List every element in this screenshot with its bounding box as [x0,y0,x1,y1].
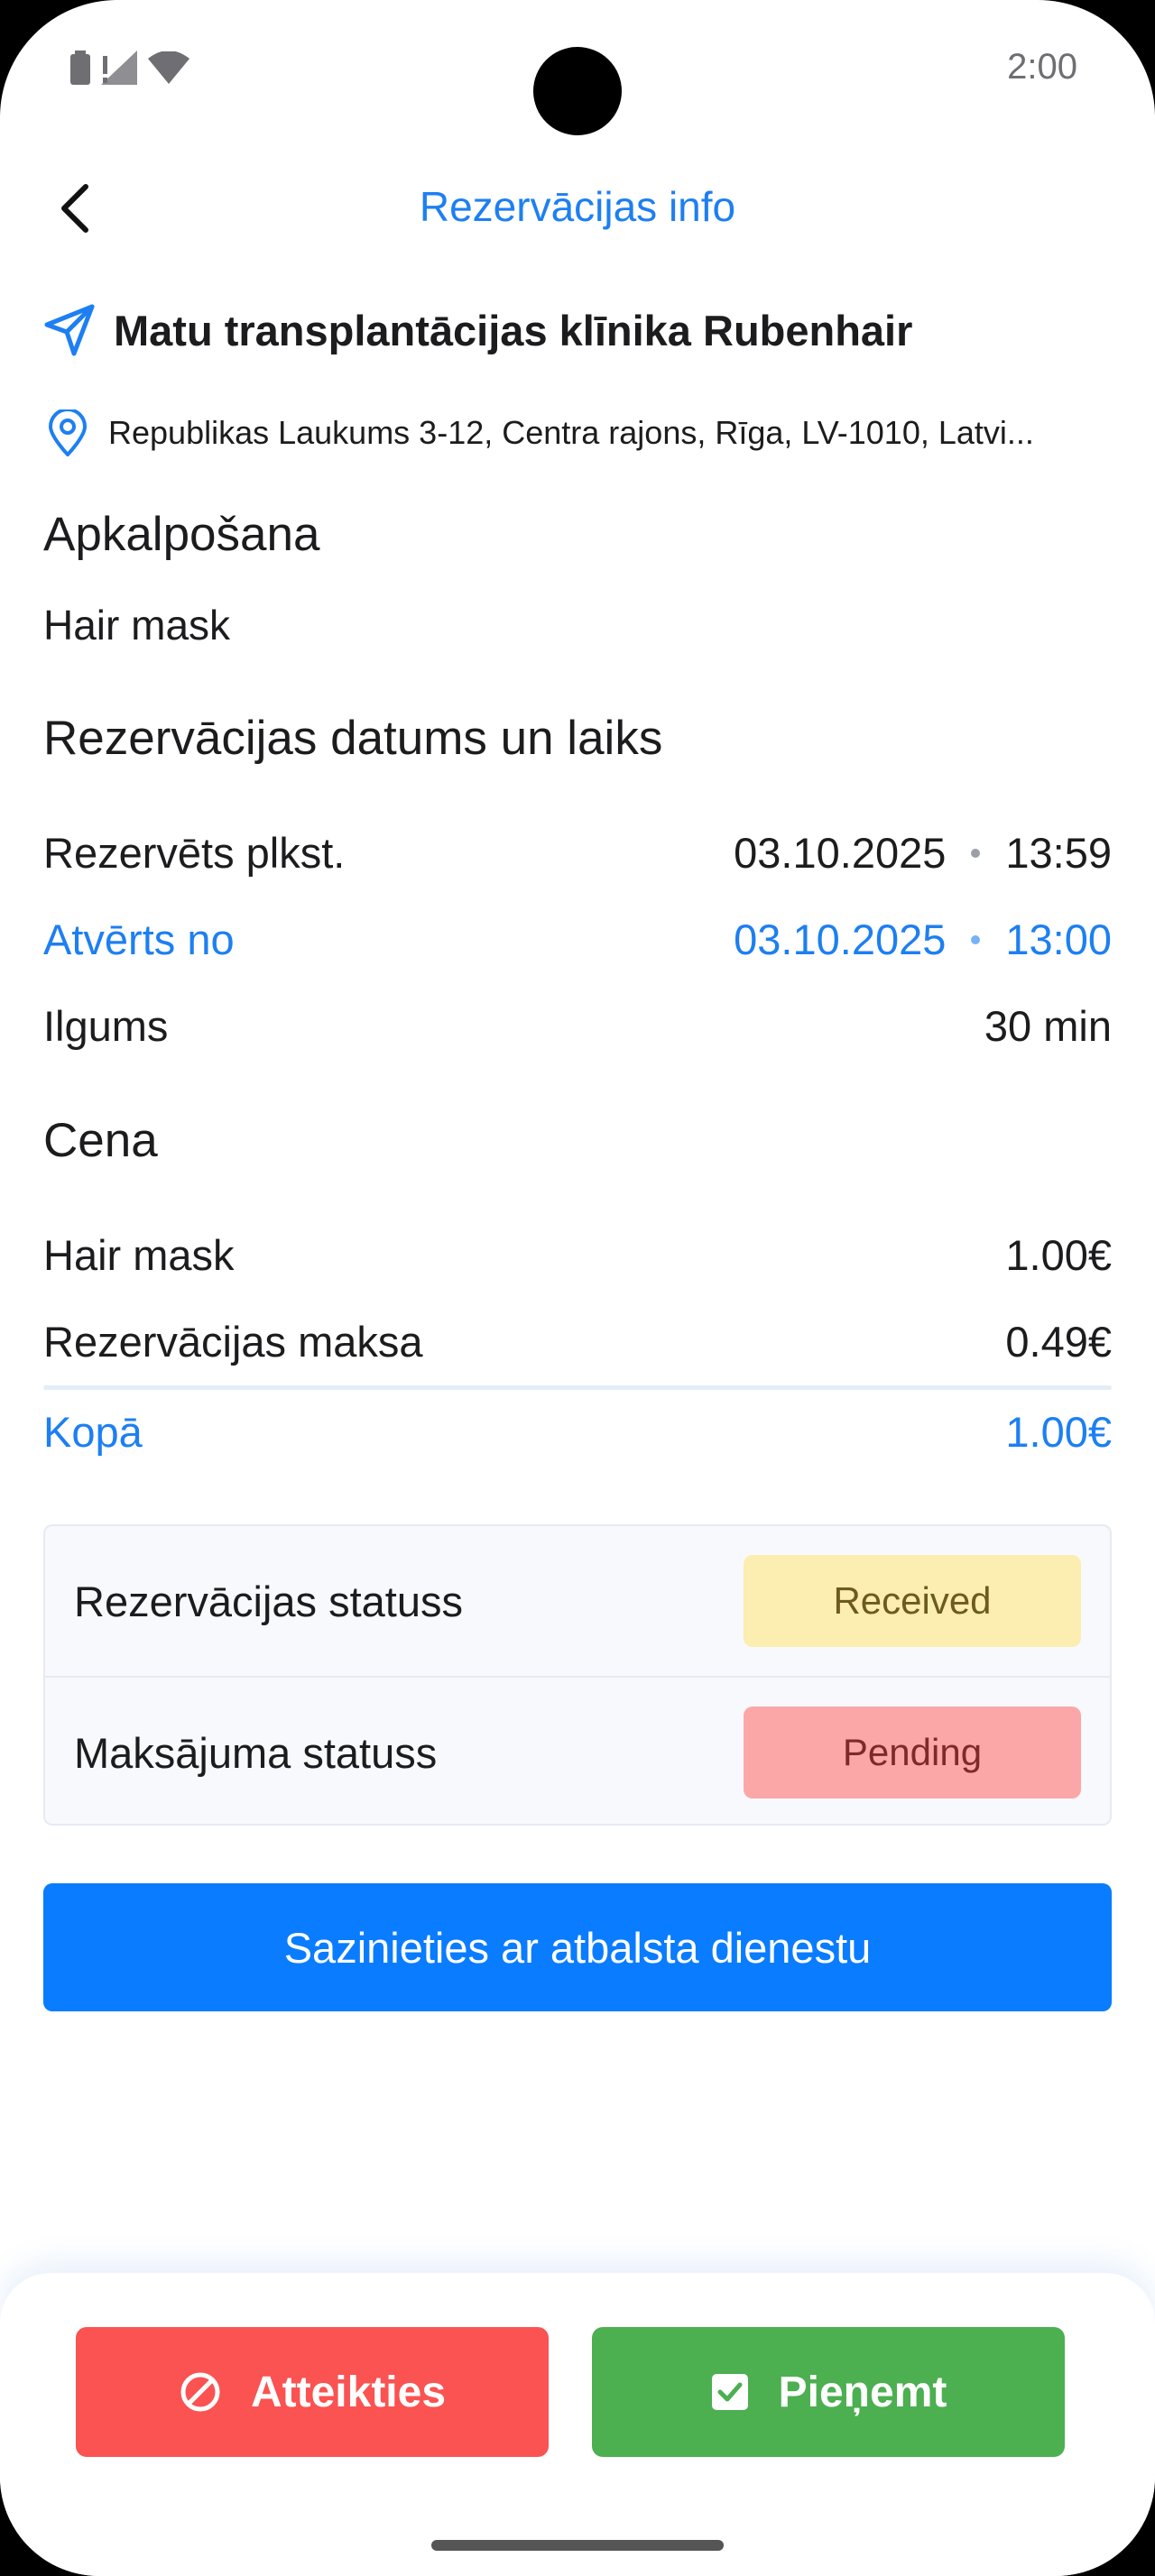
no-signal-icon [101,51,137,85]
booked-at-label: Rezervēts plkst. [43,829,346,877]
home-indicator[interactable] [431,2540,724,2551]
clinic-address: Republikas Laukums 3-12, Centra rajons, … [108,414,1034,451]
separator-dot [971,934,981,944]
booking-fee-row: Rezervācijas maksa 0.49€ [43,1317,1112,1366]
accept-label: Pieņemt [778,2368,947,2416]
duration-row: Ilgums 30 min [43,1001,1112,1051]
payment-status-row: Maksājuma statuss Pending [45,1678,1110,1827]
booking-status-label: Rezervācijas statuss [74,1577,463,1625]
opened-time: 13:00 [1005,915,1112,963]
wifi-icon [148,51,189,84]
cancel-circle-icon [180,2372,220,2412]
service-name: Hair mask [43,602,231,649]
opened-date: 03.10.2025 [734,915,947,963]
status-icons [70,51,189,85]
total-row: Kopā 1.00€ [43,1407,1112,1457]
location-pin-icon [48,409,88,456]
top-app-bar: Rezervācijas info [0,171,1155,244]
booking-status-row: Rezervācijas statuss Received [45,1526,1110,1676]
booked-date: 03.10.2025 [734,829,947,877]
separator-dot [971,848,981,858]
address-row[interactable]: Republikas Laukums 3-12, Centra rajons, … [47,409,1112,456]
status-card: Rezervācijas statuss Received Maksājuma … [43,1524,1112,1826]
booking-status-badge: Received [744,1555,1081,1647]
app-screen: 2:00 Rezervācijas info Matu transplantāc… [0,0,1155,2576]
checkbox-check-icon [711,2374,748,2410]
service-price-value: 1.00€ [1005,1231,1112,1279]
contact-support-button[interactable]: Sazinieties ar atbalsta dienestu [43,1883,1112,2011]
status-time: 2:00 [1007,47,1077,87]
service-section-title: Apkalpošana [43,508,320,561]
decline-button[interactable]: Atteikties [76,2327,549,2457]
front-camera [533,47,622,135]
schedule-section-title: Rezervācijas datums un laiks [43,712,663,765]
duration-value: 30 min [984,1002,1112,1050]
total-label: Kopā [43,1408,143,1456]
total-value: 1.00€ [1005,1408,1112,1456]
clinic-row[interactable]: Matu transplantācijas klīnika Rubenhair [43,303,912,357]
price-section-title: Cena [43,1114,158,1167]
clinic-name: Matu transplantācijas klīnika Rubenhair [114,306,913,354]
price-divider [43,1385,1112,1390]
battery-icon [70,51,90,85]
payment-status-badge: Pending [744,1707,1081,1799]
service-price-row: Hair mask 1.00€ [43,1230,1112,1280]
decline-label: Atteikties [250,2368,447,2416]
booking-fee-label: Rezervācijas maksa [43,1318,423,1366]
bottom-action-bar: Atteikties Pieņemt [0,2273,1155,2576]
accept-button[interactable]: Pieņemt [592,2327,1065,2457]
opened-from-label: Atvērts no [43,915,235,963]
navigation-arrow-icon [44,304,95,356]
booked-time: 13:59 [1005,829,1112,877]
payment-status-label: Maksājuma statuss [74,1728,438,1777]
opened-from-row: Atvērts no 03.10.2025 13:00 [43,915,1112,964]
service-price-label: Hair mask [43,1231,235,1279]
page-title: Rezervācijas info [419,183,736,230]
booking-fee-value: 0.49€ [1005,1318,1112,1366]
duration-label: Ilgums [43,1002,169,1050]
booked-at-row: Rezervēts plkst. 03.10.2025 13:59 [43,828,1112,878]
